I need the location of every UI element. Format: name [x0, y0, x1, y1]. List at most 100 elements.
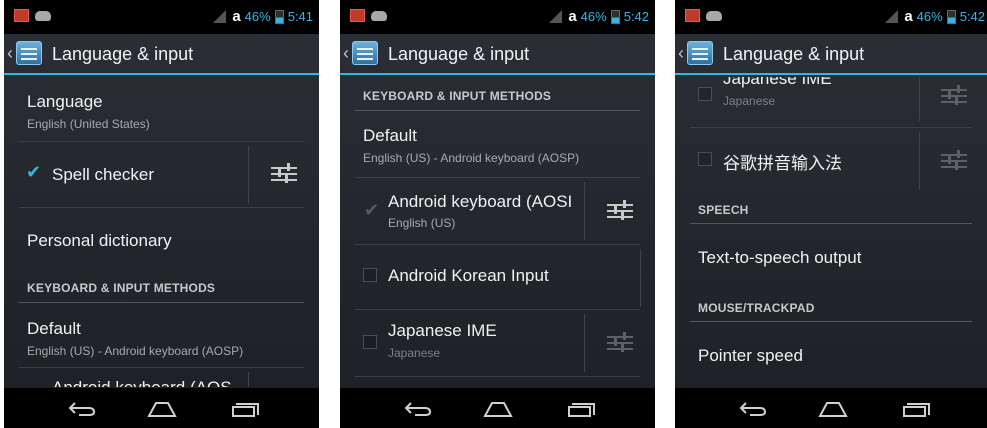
text-to-speech-row[interactable]: Text-to-speech output [675, 224, 987, 284]
recent-apps-icon[interactable] [231, 400, 261, 417]
settings-app-icon[interactable] [687, 41, 713, 65]
page-title: Language & input [388, 44, 530, 64]
back-icon[interactable] [403, 400, 433, 417]
checkbox[interactable] [698, 87, 712, 101]
spell-checker-row[interactable]: ✔ Spell checker [4, 142, 319, 206]
checkbox-checked-icon[interactable]: ✔ [26, 162, 41, 183]
page-title: Language & input [723, 44, 865, 64]
section-header-keyboard: KEYBOARD & INPUT METHODS [27, 281, 216, 295]
carrier-label: a [232, 8, 241, 25]
settings-sliders-icon [607, 332, 633, 354]
back-icon[interactable] [67, 400, 97, 417]
personal-dictionary-title: Personal dictionary [27, 231, 172, 250]
japanese-ime-title: Japanese IME [388, 321, 497, 340]
japanese-ime-row[interactable]: Japanese IME Japanese [675, 77, 987, 121]
vertical-divider [248, 146, 249, 204]
up-chevron-icon[interactable]: ‹ [678, 43, 684, 64]
carrier-label: a [568, 8, 577, 25]
home-icon[interactable] [483, 400, 513, 417]
settings-sliders-icon[interactable] [271, 163, 297, 185]
battery-percent: 46% [916, 9, 943, 24]
checkbox[interactable] [363, 335, 377, 349]
language-title: Language [27, 92, 103, 111]
section-header-speech: SPEECH [698, 203, 749, 217]
vertical-divider [584, 182, 585, 240]
home-icon[interactable] [818, 400, 848, 417]
pointer-speed-row[interactable]: Pointer speed [675, 322, 987, 382]
status-bar: a 46% 5:41 [4, 0, 319, 34]
action-bar: ‹ Language & input [4, 34, 319, 75]
japanese-ime-title: Japanese IME [723, 77, 832, 88]
settings-sliders-icon[interactable] [607, 200, 633, 222]
default-title: Default [363, 126, 417, 145]
battery-icon [946, 9, 956, 24]
battery-icon [610, 9, 620, 24]
android-keyboard-row[interactable]: ✔ Android keyboard (AOSI English (US) [340, 178, 655, 244]
android-keyboard-title: Android keyboard (AOSI [388, 192, 573, 211]
notification-icon [706, 10, 722, 21]
vertical-divider [584, 314, 585, 372]
settings-sliders-icon [941, 85, 967, 107]
action-bar: ‹ Language & input [675, 34, 987, 75]
clock: 5:42 [623, 9, 649, 24]
language-row[interactable]: Language English (United States) [4, 77, 319, 141]
recent-apps-icon[interactable] [567, 400, 597, 417]
japanese-ime-summary: Japanese [388, 346, 441, 360]
status-bar: a 46% 5:42 [675, 0, 987, 34]
checkbox[interactable] [363, 268, 377, 282]
settings-list[interactable]: Language English (United States) ✔ Spell… [4, 77, 319, 387]
signal-icon [213, 10, 227, 23]
japanese-ime-summary: Japanese [723, 94, 776, 108]
signal-icon [549, 10, 563, 23]
home-icon[interactable] [147, 400, 177, 417]
settings-app-icon[interactable] [16, 41, 42, 65]
android-keyboard-title: Android keyboard (AOS [52, 378, 232, 387]
android-korean-title: Android Korean Input [388, 266, 549, 285]
default-title: Default [27, 319, 81, 338]
japanese-ime-row[interactable]: Japanese IME Japanese [340, 310, 655, 376]
recent-apps-icon[interactable] [902, 400, 932, 417]
divider [355, 376, 640, 377]
phone-screen-1: a 46% 5:41 ‹ Language & input Language E… [4, 0, 319, 428]
default-keyboard-row[interactable]: Default English (US) - Android keyboard … [340, 111, 655, 177]
text-to-speech-title: Text-to-speech output [698, 248, 862, 267]
battery-percent: 46% [580, 9, 607, 24]
language-summary: English (United States) [27, 117, 150, 131]
default-summary: English (US) - Android keyboard (AOSP) [27, 344, 244, 358]
notification-icon [685, 9, 700, 22]
android-keyboard-row[interactable]: Android keyboard (AOS [4, 368, 319, 387]
notification-icon [350, 9, 365, 22]
up-chevron-icon[interactable]: ‹ [343, 43, 349, 64]
checkbox-checked-disabled-icon: ✔ [364, 200, 380, 220]
carrier-label: a [904, 8, 913, 25]
navigation-bar [340, 388, 655, 428]
default-summary: English (US) - Android keyboard (AOSP) [363, 151, 580, 165]
notification-icon [14, 9, 29, 22]
settings-list[interactable]: KEYBOARD & INPUT METHODS Default English… [340, 77, 655, 387]
vertical-divider [640, 249, 641, 307]
navigation-bar [4, 388, 319, 428]
android-korean-row[interactable]: Android Korean Input [340, 245, 655, 309]
personal-dictionary-row[interactable]: Personal dictionary [4, 208, 319, 268]
settings-app-icon[interactable] [352, 41, 378, 65]
vertical-divider [919, 77, 920, 121]
google-pinyin-row[interactable]: 谷歌拼音输入法 [675, 128, 987, 192]
default-keyboard-row[interactable]: Default English (US) - Android keyboard … [4, 303, 319, 367]
vertical-divider [919, 132, 920, 190]
section-header-keyboard: KEYBOARD & INPUT METHODS [363, 89, 552, 103]
up-chevron-icon[interactable]: ‹ [7, 43, 13, 64]
clock: 5:42 [959, 9, 985, 24]
clock: 5:41 [287, 9, 313, 24]
back-icon[interactable] [738, 400, 768, 417]
battery-icon [274, 9, 284, 24]
phone-screen-3: a 46% 5:42 ‹ Language & input Japanese I… [675, 0, 987, 428]
page-title: Language & input [52, 44, 194, 64]
navigation-bar [675, 388, 987, 428]
checkbox[interactable] [698, 152, 712, 166]
settings-sliders-icon [941, 150, 967, 172]
phone-screen-2: a 46% 5:42 ‹ Language & input KEYBOARD &… [340, 0, 655, 428]
google-pinyin-title: 谷歌拼音输入法 [723, 154, 842, 173]
notification-icon [371, 10, 387, 21]
settings-list[interactable]: Japanese IME Japanese 谷歌拼音输入法 SPEECH Tex… [675, 77, 987, 387]
android-keyboard-summary: English (US) [388, 216, 456, 230]
